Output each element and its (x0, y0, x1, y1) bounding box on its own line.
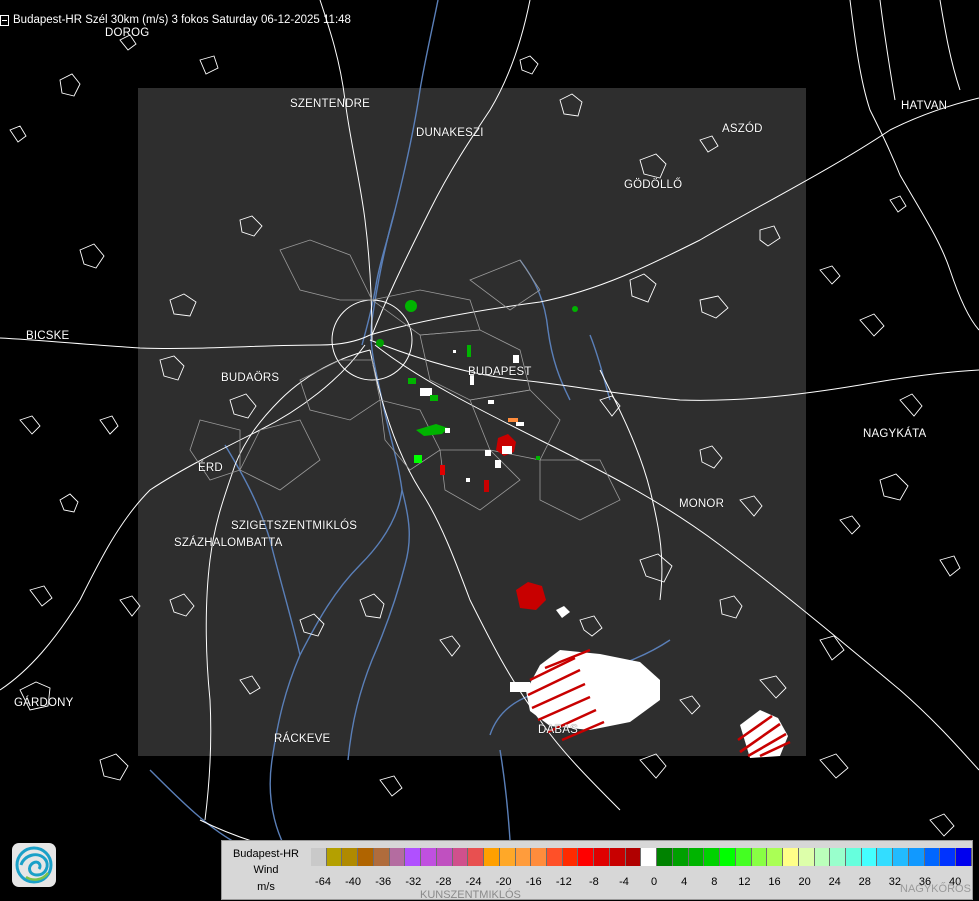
legend-swatch (405, 848, 422, 866)
legend-tick-label: -4 (619, 876, 629, 888)
legend-swatch (625, 848, 642, 866)
city-label-rackeve: RÁCKEVE (274, 733, 331, 745)
legend-tick-labels: -64 -40 -36 -32 -28 -24 -20 -16 -12 -8 -4 0 4 8 12 16 20… (222, 876, 974, 890)
legend-swatch (688, 848, 705, 866)
legend-tick-label: -32 (405, 876, 422, 888)
legend-swatch (783, 848, 799, 866)
legend-swatch (358, 848, 374, 866)
legend-swatch (594, 848, 610, 866)
legend-swatch (499, 848, 516, 866)
legend-color-scale (311, 848, 972, 866)
legend-tick-label: 16 (768, 876, 781, 888)
city-label-szentendre: SZENTENDRE (290, 98, 370, 110)
legend-swatch (767, 848, 784, 866)
city-label-godollo: GÖDÖLLŐ (624, 179, 683, 191)
legend-tick-label: -16 (525, 876, 542, 888)
map-title: Budapest-HR Szél 30km (m/s) 3 fokos Satu… (0, 12, 351, 28)
legend-swatch (735, 848, 752, 866)
partial-label-kunszentmiklos: KUNSZENTMIKLÓS (420, 889, 521, 901)
legend-swatch (657, 848, 673, 866)
met-service-logo-icon (12, 843, 56, 887)
legend-swatch (311, 848, 327, 866)
legend-tick-label: 0 (651, 876, 658, 888)
city-label-budapest: BUDAPEST (468, 366, 532, 378)
legend-tick-label: -12 (555, 876, 572, 888)
legend-swatch (452, 848, 469, 866)
legend-swatch (562, 848, 579, 866)
radar-map (0, 0, 979, 900)
city-label-szazhalombatta: SZÁZHALOMBATTA (174, 537, 283, 549)
legend-swatch (751, 848, 768, 866)
legend-swatch (531, 848, 548, 866)
legend-quantity: Wind (253, 864, 279, 876)
legend-swatch (720, 848, 736, 866)
city-label-dorog: DOROG (105, 27, 150, 39)
city-label-aszod: ASZÓD (722, 123, 763, 135)
legend-swatch (641, 848, 658, 866)
legend-swatch (861, 848, 878, 866)
city-label-monor: MONOR (679, 498, 725, 510)
legend-swatch (704, 848, 721, 866)
legend-swatch (468, 848, 485, 866)
legend-station: Budapest-HR (232, 848, 300, 860)
legend-swatch (484, 848, 500, 866)
legend-swatch (578, 848, 595, 866)
legend-swatch (436, 848, 453, 866)
city-label-budaors: BUDAÖRS (221, 372, 280, 384)
legend-swatch (798, 848, 815, 866)
city-label-dabas: DABAS (538, 724, 578, 736)
title-text: Budapest-HR Szél 30km (m/s) 3 fokos Satu… (13, 14, 351, 26)
legend-swatch (830, 848, 846, 866)
legend-swatch (515, 848, 532, 866)
legend-swatch (547, 848, 563, 866)
document-icon (0, 14, 9, 26)
legend-tick-label: 8 (711, 876, 718, 888)
legend-tick-label: 20 (798, 876, 811, 888)
legend-tick-label: -20 (495, 876, 512, 888)
legend-swatch (421, 848, 437, 866)
legend-tick-label: 28 (858, 876, 871, 888)
legend-tick-label: -40 (345, 876, 362, 888)
city-label-erd: ÉRD (198, 462, 223, 474)
legend-tick-label: -28 (435, 876, 452, 888)
legend-swatch (893, 848, 909, 866)
radar-coverage-area (138, 88, 806, 756)
legend-tick-label: -8 (589, 876, 599, 888)
legend-swatch (672, 848, 689, 866)
legend-swatch (342, 848, 359, 866)
city-label-nagykata: NAGYKÁTA (863, 428, 927, 440)
legend-swatch (814, 848, 831, 866)
legend-swatch (845, 848, 862, 866)
legend-swatch (326, 848, 343, 866)
partial-label-nagykoros: NAGYKŐRÖS (900, 883, 971, 895)
legend-tick-label: 24 (828, 876, 841, 888)
legend-tick-label: -64 (315, 876, 331, 888)
city-label-bicske: BICSKE (26, 330, 70, 342)
legend-swatch (924, 848, 941, 866)
legend-tick-label: 4 (681, 876, 688, 888)
city-label-dunakeszi: DUNAKESZI (416, 127, 484, 139)
legend-tick-label: -36 (375, 876, 392, 888)
legend-swatch (609, 848, 626, 866)
legend-swatch (877, 848, 894, 866)
city-label-szigetszentmiklos: SZIGETSZENTMIKLÓS (231, 520, 358, 532)
legend-tick-label: 12 (738, 876, 751, 888)
city-label-gardony: GÁRDONY (14, 697, 74, 709)
legend-swatch (908, 848, 925, 866)
legend-swatch (940, 848, 957, 866)
legend-tick-label: -24 (465, 876, 482, 888)
city-label-hatvan: HATVAN (901, 100, 948, 112)
legend-swatch (373, 848, 390, 866)
legend-swatch (956, 848, 972, 866)
color-legend: Budapest-HR Wind m/s -64 -40 -36 -32 -28 -24-… (221, 840, 973, 900)
legend-swatch (389, 848, 406, 866)
